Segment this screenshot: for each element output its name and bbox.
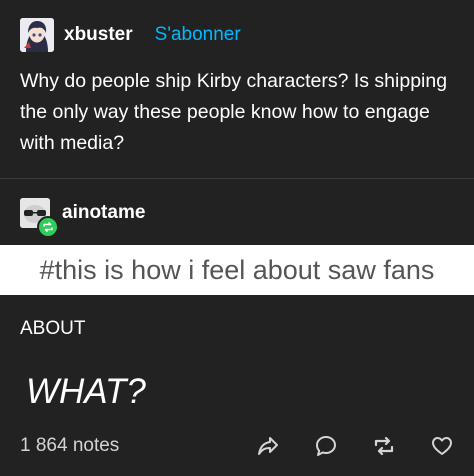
post-actions [222, 430, 454, 462]
divider [0, 178, 474, 179]
avatar-image [20, 18, 54, 52]
post-header: xbuster S'abonner [20, 18, 241, 52]
follow-button[interactable]: S'abonner [155, 24, 241, 46]
post-footer: 1 864 notes [20, 430, 454, 462]
reblog-icon[interactable] [372, 434, 396, 458]
avatar[interactable] [20, 18, 54, 52]
reblog-header: ainotame [20, 198, 145, 238]
tag-banner: #this is how i feel about saw fans [0, 245, 474, 295]
reaction-text: WHAT? [26, 372, 146, 411]
post-author[interactable]: xbuster [64, 24, 133, 46]
reblog-author[interactable]: ainotame [62, 202, 145, 224]
about-text: ABOUT [20, 318, 86, 339]
reblog-badge-icon [37, 216, 59, 238]
notes-count[interactable]: 1 864 notes [20, 435, 119, 457]
post-text: Why do people ship Kirby characters? Is … [20, 70, 448, 154]
heart-icon[interactable] [430, 434, 454, 458]
avatar[interactable] [20, 198, 59, 238]
share-icon[interactable] [256, 434, 280, 458]
reply-icon[interactable] [314, 434, 338, 458]
